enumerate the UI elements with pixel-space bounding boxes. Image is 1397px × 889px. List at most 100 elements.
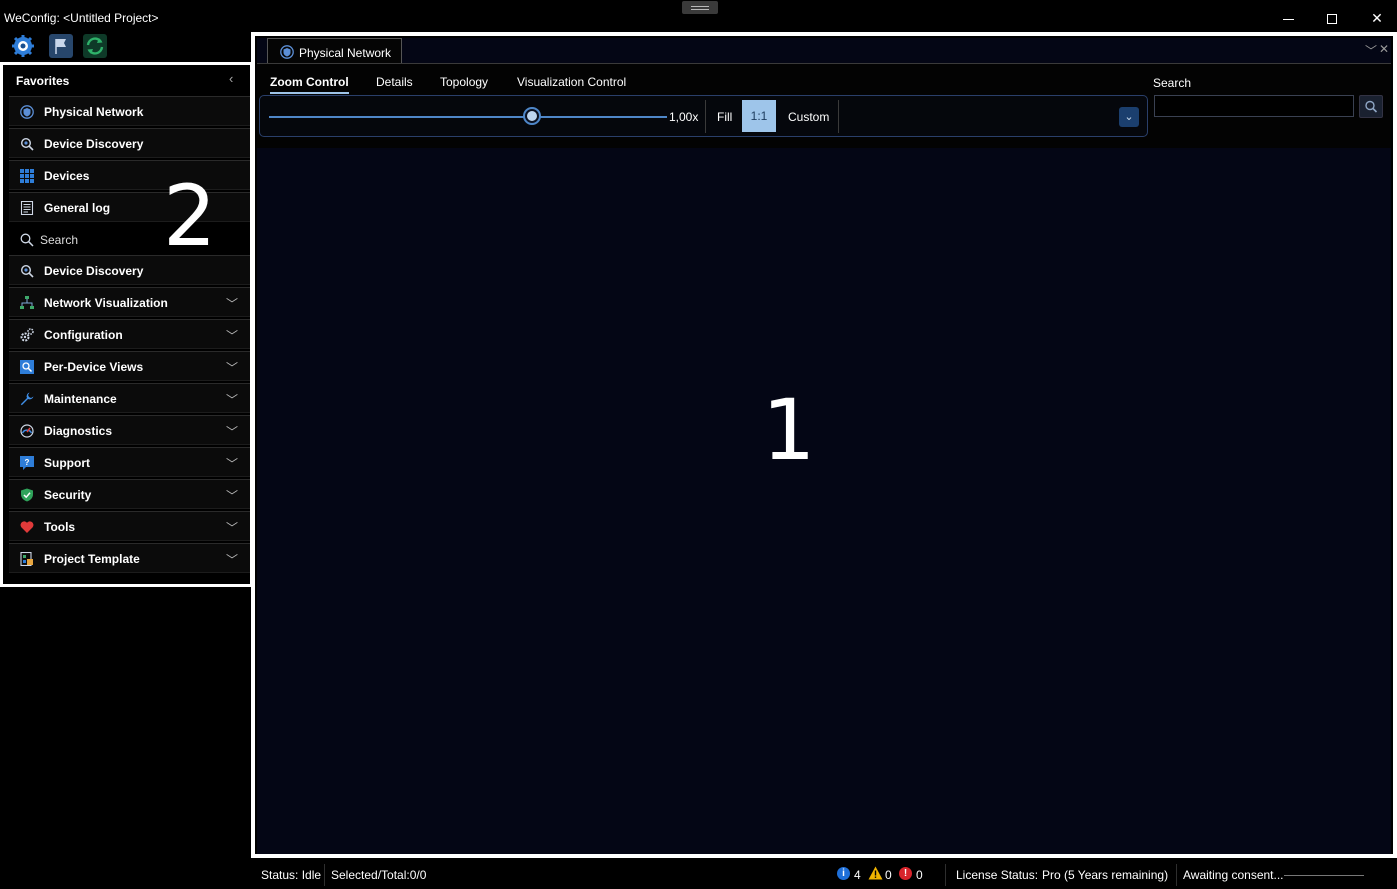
status-text: Status: Idle — [261, 868, 322, 882]
maintenance-icon — [20, 392, 34, 406]
tab-physical-network[interactable]: Physical Network — [267, 38, 402, 64]
favorite-item-label: Devices — [44, 169, 90, 183]
nav-item-label: Network Visualization — [44, 296, 168, 310]
favorite-item-label: Device Discovery — [44, 137, 144, 151]
zoom-value: 1,00x — [669, 110, 699, 124]
info-count: 4 — [854, 868, 861, 882]
project-template-icon — [20, 552, 33, 566]
nav-item-tools[interactable]: Tools ﹀ — [9, 511, 250, 541]
refresh-button[interactable] — [83, 34, 107, 58]
nav-item-label: Support — [44, 456, 90, 470]
search-icon — [20, 233, 34, 247]
zoom-fill-button[interactable]: Fill — [717, 110, 732, 124]
drag-grip-handle[interactable] — [682, 1, 718, 14]
tab-details[interactable]: Details — [376, 75, 413, 89]
tools-icon — [20, 521, 34, 533]
nav-item-network-visualization[interactable]: Network Visualization ﹀ — [9, 287, 250, 317]
navigation-search-placeholder: Search — [40, 233, 79, 247]
nav-item-label: Security — [44, 488, 92, 502]
chevron-down-icon: ﹀ — [226, 489, 239, 503]
nav-item-label: Project Template — [44, 552, 140, 566]
nav-item-support[interactable]: ? Support ﹀ — [9, 447, 250, 477]
window-title: WeConfig: <Untitled Project> — [4, 11, 159, 25]
error-count: 0 — [916, 868, 923, 882]
nav-item-project-template[interactable]: Project Template ﹀ — [9, 543, 250, 573]
collapse-panel-button[interactable]: ‹ — [229, 71, 233, 86]
device-discovery-icon — [20, 137, 34, 151]
separator — [705, 100, 706, 133]
consent-status: Awaiting consent... — [1183, 868, 1284, 882]
annotation-number-1: 1 — [762, 381, 816, 479]
nav-item-per-device-views[interactable]: Per-Device Views ﹀ — [9, 351, 250, 381]
configuration-icon — [20, 328, 34, 342]
minimize-icon — [1282, 18, 1294, 20]
warning-icon[interactable] — [868, 866, 883, 880]
nav-item-maintenance[interactable]: Maintenance ﹀ — [9, 383, 250, 413]
zoom-control-group: 1,00x Fill 1:1 Custom ⌄ — [259, 95, 1148, 137]
nav-item-label: Maintenance — [44, 392, 117, 406]
tab-close-button[interactable]: ✕ — [1379, 42, 1389, 56]
flag-button[interactable] — [49, 34, 73, 58]
nav-item-configuration[interactable]: Configuration ﹀ — [9, 319, 250, 349]
tab-zoom-control[interactable]: Zoom Control — [270, 75, 349, 94]
flag-icon — [55, 39, 66, 54]
nav-item-label: Device Discovery — [44, 264, 144, 278]
error-icon[interactable]: ! — [899, 867, 912, 880]
device-discovery-icon — [20, 264, 34, 278]
favorite-item-device-discovery[interactable]: Device Discovery — [9, 128, 250, 158]
title-bar: WeConfig: <Untitled Project> ✕ — [0, 0, 1397, 34]
document-area: Physical Network ﹀ ✕ Zoom Control Detail… — [257, 38, 1391, 854]
log-icon — [20, 201, 34, 215]
chevron-down-icon: ﹀ — [226, 457, 239, 471]
ribbon: Zoom Control Details Topology Visualizat… — [257, 64, 1391, 148]
chevron-down-icon: ﹀ — [226, 521, 239, 535]
tab-topology[interactable]: Topology — [440, 75, 488, 89]
separator — [1176, 864, 1177, 886]
search-button[interactable] — [1359, 95, 1383, 118]
close-button[interactable]: ✕ — [1362, 6, 1392, 30]
minimize-button[interactable] — [1273, 6, 1303, 30]
tab-visualization-control[interactable]: Visualization Control — [517, 75, 626, 89]
chevron-down-icon: ﹀ — [226, 329, 239, 343]
network-visualization-icon — [20, 296, 34, 309]
maximize-button[interactable] — [1317, 6, 1347, 30]
physical-network-icon — [280, 45, 294, 59]
chevron-down-icon: ﹀ — [226, 425, 239, 439]
refresh-icon — [86, 37, 104, 55]
selected-total: Selected/Total:0/0 — [331, 868, 427, 882]
search-icon — [1365, 100, 1378, 113]
zoom-custom-button[interactable]: Custom — [788, 110, 829, 124]
nav-item-security[interactable]: Security ﹀ — [9, 479, 250, 509]
maximize-icon — [1327, 14, 1337, 25]
per-device-views-icon — [20, 360, 34, 374]
favorites-panel: Favorites ‹ Physical Network Device Disc… — [0, 62, 253, 587]
zoom-slider-thumb[interactable] — [522, 107, 541, 125]
nav-item-diagnostics[interactable]: Diagnostics ﹀ — [9, 415, 250, 445]
zoom-slider-track[interactable] — [269, 116, 667, 118]
settings-icon — [12, 35, 34, 57]
tab-list-dropdown-button[interactable]: ﹀ — [1365, 42, 1377, 59]
search-input[interactable] — [1154, 95, 1354, 117]
favorite-item-label: Physical Network — [44, 105, 144, 119]
tab-label: Physical Network — [299, 46, 392, 60]
favorite-item-label: General log — [44, 201, 111, 215]
nav-item-label: Configuration — [44, 328, 123, 342]
search-label: Search — [1153, 76, 1192, 90]
devices-icon — [20, 169, 34, 183]
settings-button[interactable] — [11, 34, 35, 58]
favorites-header: Favorites — [16, 74, 70, 88]
security-icon — [21, 488, 33, 502]
nav-item-label: Per-Device Views — [44, 360, 144, 374]
diagnostics-icon — [20, 424, 34, 438]
separator — [838, 100, 839, 133]
license-value: Pro (5 Years remaining) — [1042, 868, 1169, 882]
info-icon[interactable]: i — [837, 867, 850, 880]
support-icon: ? — [20, 456, 34, 470]
nav-item-label: Diagnostics — [44, 424, 113, 438]
chevron-down-icon: ﹀ — [226, 553, 239, 567]
document-panel: Physical Network ﹀ ✕ Zoom Control Detail… — [251, 32, 1397, 858]
favorite-item-physical-network[interactable]: Physical Network — [9, 96, 250, 126]
ribbon-expand-button[interactable]: ⌄ — [1119, 107, 1139, 127]
zoom-one-to-one-button[interactable]: 1:1 — [742, 100, 776, 132]
separator — [324, 864, 325, 886]
